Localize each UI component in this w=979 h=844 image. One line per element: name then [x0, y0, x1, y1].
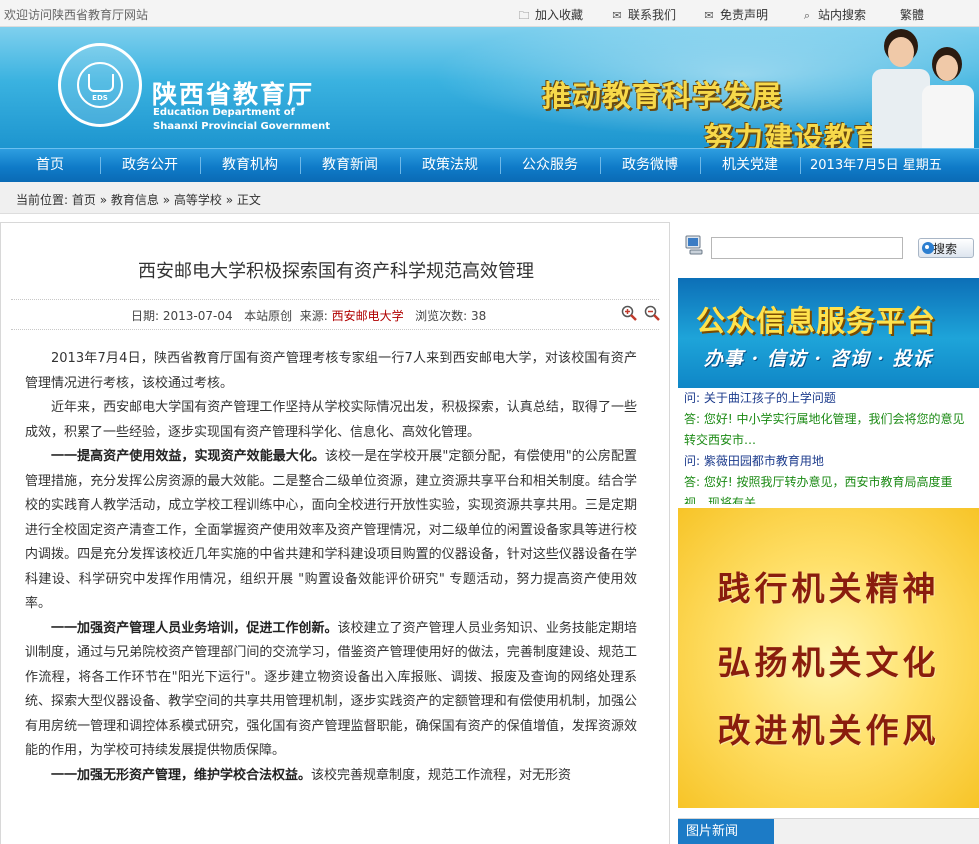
top-bar: 欢迎访问陕西省教育厅网站 🗀 加入收藏 ✉ 联系我们 ✉ 免责声明 ⌕ 站内搜索 繁體	[0, 0, 979, 27]
nav-separator	[800, 157, 801, 174]
search-input[interactable]	[711, 237, 903, 259]
nav-item-news[interactable]: 教育新闻	[300, 149, 400, 182]
org-name-chinese: 陕西省教育厅	[152, 80, 315, 109]
traditional-chinese-link[interactable]: 繁體	[900, 6, 924, 23]
current-date: 2013年7月5日 星期五	[810, 158, 942, 173]
zoom-out-icon[interactable]	[644, 305, 660, 321]
article-paragraph: 2013年7月4日，陕西省教育厅国有资产管理考核专家组一行7人来到西安邮电大学，…	[25, 351, 637, 391]
magnifier-icon	[922, 242, 934, 254]
site-banner: EDS 陕西省教育厅 Education Department of Shaan…	[0, 27, 979, 148]
breadcrumb-prefix: 当前位置:	[16, 193, 69, 207]
department-seal-logo[interactable]: EDS	[58, 43, 142, 127]
source-value: 西安邮电大学	[331, 309, 404, 323]
campaign-line: 改进机关作风	[717, 711, 940, 750]
article-title: 西安邮电大学积极探索国有资产科学规范高效管理	[138, 261, 534, 282]
meta-divider-top	[11, 299, 659, 300]
contact-us-link[interactable]: ✉ 联系我们	[610, 6, 676, 23]
nav-item-weibo[interactable]: 政务微博	[600, 149, 700, 182]
qa-answer[interactable]: 答: 您好! 按照我厅转办意见，西安市教育局高度重视，现将有关	[684, 472, 974, 504]
nav-item-institutions[interactable]: 教育机构	[200, 149, 300, 182]
disclaimer-link[interactable]: ✉ 免责声明	[702, 6, 768, 23]
paragraph-lead: 一一加强无形资产管理，维护学校合法权益。	[51, 767, 312, 783]
photo-news-header: 图片新闻	[678, 818, 979, 844]
nav-item-party-building[interactable]: 机关党建	[700, 149, 800, 182]
publish-date: 2013-07-04	[162, 309, 233, 323]
service-subtitle: 办事 · 信访 · 咨询 · 投诉	[704, 348, 933, 370]
origin-label: 本站原创	[244, 309, 293, 323]
breadcrumb-separator: »	[99, 193, 108, 207]
nav-item-policies[interactable]: 政策法规	[400, 149, 500, 182]
qa-list: 问: 关于曲江孩子的上学问题 答: 您好! 中小学实行属地化管理，我们会将您的意…	[678, 388, 979, 504]
search-icon: ⌕	[803, 9, 811, 22]
qa-question[interactable]: 问: 紫薇田园都市教育用地	[684, 451, 974, 472]
article-paragraph: 一一加强资产管理人员业务培训，促进工作创新。该校建立了资产管理人员业务知识、业务…	[25, 620, 637, 759]
org-name-english-line1: Education Department of	[153, 107, 295, 118]
breadcrumb-current: 正文	[236, 193, 261, 207]
main-nav: 首页 政务公开 教育机构 教育新闻 政策法规 公众服务 政务微博 机关党建 20…	[0, 148, 979, 182]
photo-news-tab[interactable]: 图片新闻	[678, 819, 774, 844]
qa-question[interactable]: 问: 关于曲江孩子的上学问题	[684, 388, 974, 409]
article-paragraph: 近年来，西安邮电大学国有资产管理工作坚持从学校实际情况出发，积极探索，认真总结，…	[25, 400, 637, 440]
date-label: 日期:	[131, 309, 160, 323]
breadcrumb: 当前位置: 首页 » 教育信息 » 高等学校 » 正文	[0, 182, 979, 214]
paragraph-lead: 一一提高资产使用效益，实现资产效能最大化。	[51, 449, 325, 464]
book-icon	[88, 74, 114, 92]
breadcrumb-separator: »	[162, 193, 171, 207]
breadcrumb-education-info[interactable]: 教育信息	[111, 193, 159, 207]
campaign-line: 践行机关精神	[717, 569, 940, 608]
breadcrumb-line: 当前位置: 首页 » 教育信息 » 高等学校 » 正文	[16, 191, 261, 208]
mail-icon: ✉	[612, 9, 622, 22]
computer-icon	[685, 235, 703, 255]
campaign-banner[interactable]: 践行机关精神 弘扬机关文化 改进机关作风	[678, 508, 979, 808]
site-search-link[interactable]: ⌕ 站内搜索	[800, 6, 866, 23]
breadcrumb-separator: »	[225, 193, 234, 207]
breadcrumb-universities[interactable]: 高等学校	[174, 193, 222, 207]
add-favorite-link[interactable]: 🗀 加入收藏	[517, 6, 584, 26]
article-paragraph: 一一加强无形资产管理，维护学校合法权益。该校完善规章制度，规范工作流程，对无形资	[51, 767, 572, 783]
article-body: 2013年7月4日，陕西省教育厅国有资产管理考核专家组一行7人来到西安邮电大学，…	[25, 347, 637, 788]
nav-item-home[interactable]: 首页	[0, 149, 100, 182]
article-panel: 西安邮电大学积极探索国有资产科学规范高效管理 日期: 2013-07-04 本站…	[0, 222, 670, 844]
seal-text: EDS	[92, 94, 108, 102]
public-service-banner[interactable]: 公众信息服务平台 办事 · 信访 · 咨询 · 投诉	[678, 278, 979, 388]
source-label: 来源:	[299, 309, 328, 323]
nav-item-public-service[interactable]: 公众服务	[500, 149, 600, 182]
paragraph-lead: 一一加强资产管理人员业务培训，促进工作创新。	[51, 620, 338, 636]
breadcrumb-home[interactable]: 首页	[72, 193, 96, 207]
nav-item-government-affairs[interactable]: 政务公开	[100, 149, 200, 182]
zoom-in-icon[interactable]	[621, 305, 637, 321]
qa-answer[interactable]: 答: 您好! 中小学实行属地化管理，我们会将您的意见转交西安市…	[684, 409, 974, 451]
welcome-text: 欢迎访问陕西省教育厅网站	[4, 8, 149, 22]
service-title: 公众信息服务平台	[696, 304, 937, 338]
search-button[interactable]: 搜索	[918, 238, 974, 258]
campaign-line: 弘扬机关文化	[717, 643, 940, 682]
org-name-english-line2: Shaanxi Provincial Government	[153, 121, 331, 132]
slogan-line-1: 推动教育科学发展	[542, 79, 783, 113]
views-label: 浏览次数:	[415, 309, 468, 323]
views-count: 38	[470, 309, 487, 323]
article-meta: 日期: 2013-07-04 本站原创 来源: 西安邮电大学 浏览次数: 38	[131, 307, 486, 324]
article-paragraph: 一一提高资产使用效益，实现资产效能最大化。该校一是在学校开展"定额分配，有偿使用…	[25, 449, 637, 611]
folder-icon: 🗀	[518, 9, 530, 22]
mail-icon: ✉	[704, 9, 714, 22]
meta-divider-bottom	[11, 329, 659, 330]
